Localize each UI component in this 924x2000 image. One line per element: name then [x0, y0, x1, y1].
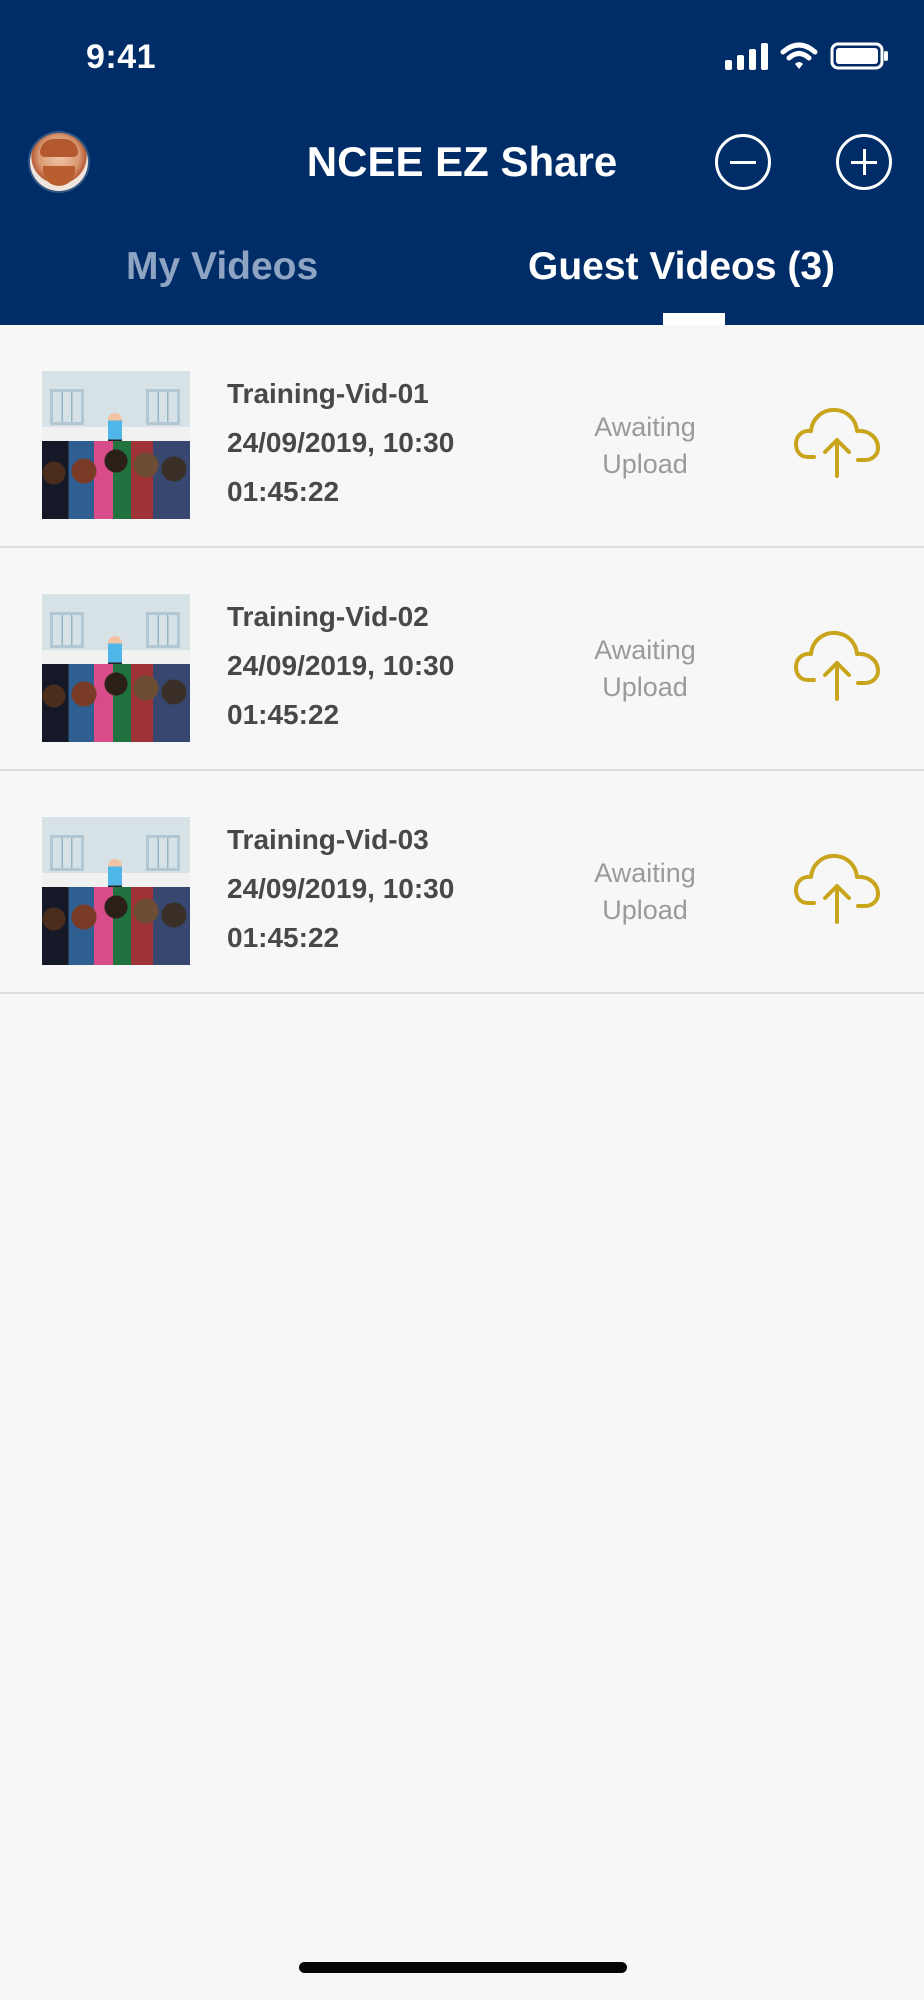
status-icons	[725, 40, 890, 72]
upload-status: Awaiting Upload	[594, 858, 696, 925]
classroom-window	[50, 835, 84, 871]
video-date: 24/09/2019, 10:30	[227, 650, 455, 681]
classroom-window	[50, 389, 84, 425]
video-list-item[interactable]: Training-Vid-03 24/09/2019, 10:30 01:45:…	[0, 771, 924, 994]
battery-icon	[830, 42, 888, 70]
classroom-window	[146, 612, 180, 648]
video-date: 24/09/2019, 10:30	[227, 427, 455, 458]
guest-video-list: Training-Vid-01 24/09/2019, 10:30 01:45:…	[0, 325, 924, 994]
video-duration: 01:45:22	[227, 476, 340, 507]
active-tab-indicator	[663, 313, 725, 325]
video-list-item[interactable]: Training-Vid-02 24/09/2019, 10:30 01:45:…	[0, 548, 924, 771]
classroom-window	[146, 389, 180, 425]
plus-circle-icon[interactable]	[836, 134, 892, 190]
tab-my-videos[interactable]: My Videos	[126, 245, 318, 289]
classroom-window	[50, 612, 84, 648]
upload-status: Awaiting Upload	[594, 412, 696, 479]
video-title: Training-Vid-03	[227, 824, 429, 855]
video-thumbnail[interactable]	[42, 371, 190, 519]
classroom-window	[146, 835, 180, 871]
video-title: Training-Vid-02	[227, 601, 429, 632]
minus-circle-icon[interactable]	[715, 134, 771, 190]
video-thumbnail[interactable]	[42, 594, 190, 742]
audience-figures	[42, 441, 190, 519]
audience-figures	[42, 664, 190, 742]
video-thumbnail[interactable]	[42, 817, 190, 965]
wifi-icon	[780, 42, 818, 69]
cloud-upload-icon[interactable]	[794, 625, 880, 701]
status-time: 9:41	[86, 38, 157, 76]
video-list-item[interactable]: Training-Vid-01 24/09/2019, 10:30 01:45:…	[0, 325, 924, 548]
video-title: Training-Vid-01	[227, 378, 429, 409]
video-tabs: My Videos Guest Videos (3)	[0, 245, 924, 325]
upload-status: Awaiting Upload	[594, 635, 696, 702]
audience-figures	[42, 887, 190, 965]
page-title: NCEE EZ Share	[306, 138, 618, 185]
video-date: 24/09/2019, 10:30	[227, 873, 455, 904]
cloud-upload-icon[interactable]	[794, 848, 880, 924]
home-indicator[interactable]	[299, 1962, 627, 1973]
app-screen: 9:41 NCEE EZ Share My Videos Guest Video…	[0, 0, 924, 2000]
signal-icon	[725, 42, 768, 70]
app-header: 9:41 NCEE EZ Share My Videos Guest Video…	[0, 0, 924, 325]
video-duration: 01:45:22	[227, 699, 340, 730]
cloud-upload-icon[interactable]	[794, 402, 880, 478]
video-duration: 01:45:22	[227, 922, 340, 953]
tab-guest-videos[interactable]: Guest Videos (3)	[528, 245, 835, 289]
